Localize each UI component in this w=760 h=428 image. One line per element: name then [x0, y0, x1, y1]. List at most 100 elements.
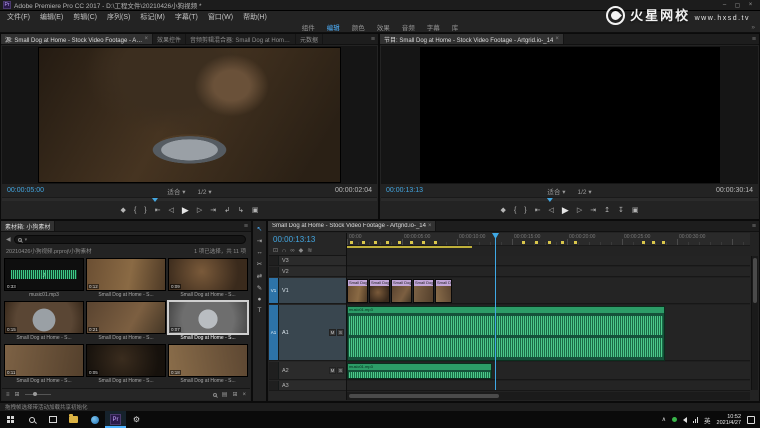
ime-indicator[interactable]: 英	[704, 415, 711, 425]
solo-button[interactable]: S	[337, 329, 344, 336]
sequence-marker[interactable]	[422, 241, 425, 244]
sequence-marker[interactable]	[535, 241, 538, 244]
source-patch-v1[interactable]: V1	[269, 278, 279, 303]
tab-project-bin[interactable]: 素材箱: 小狗素材	[1, 221, 55, 231]
workspace-tab-editing[interactable]: 编辑	[322, 22, 345, 32]
tab-program-monitor[interactable]: 节目: Small Dog at Home - Stock Video Foot…	[380, 34, 564, 44]
snap-toggle-icon[interactable]: ∩	[282, 248, 286, 254]
sequence-marker[interactable]	[398, 241, 401, 244]
browser-button[interactable]	[84, 411, 105, 428]
hand-tool[interactable]: ●	[258, 296, 262, 303]
sequence-marker[interactable]	[561, 241, 564, 244]
step-back-button[interactable]: ◁	[549, 203, 554, 218]
project-item-audio[interactable]: ♪0:33 music01.mp3	[4, 258, 84, 299]
settings-button[interactable]: ⚙	[126, 411, 147, 428]
track-header-a3[interactable]: A3	[269, 381, 346, 391]
volume-icon[interactable]	[683, 417, 687, 423]
timeline-clip-video[interactable]: Small Dog at Home - Stock Video Footage …	[347, 279, 368, 303]
new-bin-button[interactable]: ▤	[222, 391, 228, 398]
list-view-button[interactable]: ≡	[6, 392, 10, 398]
sequence-marker[interactable]	[548, 241, 551, 244]
lane-v2[interactable]	[347, 267, 750, 277]
workspace-tab-libraries[interactable]: 库	[447, 22, 464, 32]
mark-out-button[interactable]: }	[144, 203, 146, 218]
track-lanes[interactable]: Small Dog at Home - Stock Video Footage …	[347, 256, 750, 390]
project-item[interactable]: 0:18 Small Dog at Home - S...	[168, 344, 248, 385]
timeline-clip-video[interactable]: Small Dog at Home - Stock Video Footage …	[435, 279, 452, 303]
nest-toggle-icon[interactable]: ⊡	[273, 247, 278, 254]
track-header-v1[interactable]: V1V1	[269, 278, 346, 304]
panel-menu-icon[interactable]: ≡	[368, 34, 378, 44]
tab-effect-controls[interactable]: 效果控件	[153, 34, 186, 44]
icon-view-button[interactable]: ⊞	[15, 391, 20, 398]
linked-selection-icon[interactable]: ∞	[290, 248, 294, 254]
vertical-scrollbar[interactable]	[751, 256, 758, 390]
network-icon[interactable]	[693, 417, 698, 423]
mark-out-button[interactable]: }	[524, 203, 526, 218]
track-header-a1[interactable]: A1A1MS	[269, 305, 346, 361]
sequence-marker[interactable]	[362, 241, 365, 244]
playhead[interactable]	[495, 233, 496, 390]
workspace-tab-effects[interactable]: 效果	[372, 22, 395, 32]
panel-menu-icon[interactable]: ≡	[749, 34, 759, 44]
go-to-out-button[interactable]: ⇥	[210, 203, 216, 218]
tab-source-monitor[interactable]: 源: Small Dog at Home - Stock Video Foota…	[1, 34, 153, 44]
source-scrub-playhead[interactable]	[152, 198, 158, 202]
delete-button[interactable]: ×	[242, 392, 246, 398]
workspace-tab-assembly[interactable]: 组件	[297, 22, 320, 32]
zoom-slider[interactable]	[25, 394, 51, 395]
start-button[interactable]	[0, 411, 21, 428]
sequence-marker[interactable]	[642, 241, 645, 244]
menu-item-help[interactable]: 帮助(H)	[238, 12, 272, 22]
program-scrub-bar[interactable]	[381, 197, 758, 201]
project-item[interactable]: 0:12 Small Dog at Home - S...	[86, 258, 166, 299]
new-item-button[interactable]: ⊞	[232, 391, 237, 398]
panel-menu-icon[interactable]: ≡	[241, 221, 251, 231]
menu-item-edit[interactable]: 编辑(E)	[35, 12, 68, 22]
lane-a3[interactable]	[347, 381, 750, 391]
close-icon[interactable]: ×	[555, 36, 559, 42]
source-scrub-bar[interactable]	[2, 197, 377, 201]
menu-item-markers[interactable]: 标记(M)	[135, 12, 170, 22]
tab-metadata[interactable]: 元数据	[296, 34, 323, 44]
export-frame-button[interactable]: ▣	[252, 203, 259, 218]
antivirus-tray-icon[interactable]	[672, 417, 677, 422]
sequence-marker[interactable]	[662, 241, 665, 244]
mark-in-button[interactable]: {	[514, 203, 516, 218]
workspace-overflow-icon[interactable]: »	[751, 24, 755, 31]
timeline-timecode[interactable]: 00:00:13:13	[269, 233, 346, 246]
tray-expand-icon[interactable]: ∧	[662, 416, 666, 423]
tab-sequence[interactable]: Small Dog at Home - Stock Video Footage …	[268, 221, 436, 231]
sequence-marker[interactable]	[386, 241, 389, 244]
taskbar-clock[interactable]: 10:522021/4/27	[717, 414, 741, 426]
go-to-in-button[interactable]: ⇤	[535, 203, 541, 218]
slip-tool[interactable]: ⇄	[257, 272, 262, 280]
workspace-tab-color[interactable]: 颜色	[347, 22, 370, 32]
export-frame-button[interactable]: ▣	[632, 203, 639, 218]
sequence-marker[interactable]	[434, 241, 437, 244]
file-explorer-button[interactable]	[63, 411, 84, 428]
project-item[interactable]: 0:05 Small Dog at Home - S...	[86, 344, 166, 385]
premiere-taskbar-button[interactable]: Pr	[105, 411, 126, 428]
program-video-area[interactable]	[381, 46, 758, 184]
project-item[interactable]: 0:15 Small Dog at Home - S...	[4, 301, 84, 342]
play-button[interactable]: ▶	[562, 203, 569, 218]
go-to-in-button[interactable]: ⇤	[155, 203, 161, 218]
type-tool[interactable]: T	[258, 307, 262, 314]
sequence-marker[interactable]	[652, 241, 655, 244]
close-icon[interactable]: ×	[144, 36, 148, 42]
timeline-settings-icon[interactable]: ≋	[307, 247, 312, 254]
project-item-selected[interactable]: 0:07 Small Dog at Home - S...	[168, 301, 248, 342]
source-patch-a3[interactable]	[269, 381, 279, 390]
razor-tool[interactable]: ✂	[257, 260, 262, 268]
project-item[interactable]: 0:11 Small Dog at Home - S...	[4, 344, 84, 385]
search-input[interactable]: ▾	[14, 235, 246, 244]
play-button[interactable]: ▶	[182, 203, 189, 218]
program-scrub-playhead[interactable]	[547, 198, 553, 202]
project-item[interactable]: 0:21 Small Dog at Home - S...	[86, 301, 166, 342]
source-patch-v3[interactable]	[269, 256, 279, 265]
sequence-marker[interactable]	[374, 241, 377, 244]
mark-in-button[interactable]: {	[134, 203, 136, 218]
navigate-up-icon[interactable]: ◀	[6, 236, 11, 243]
timeline-clip-audio[interactable]: music01.mp3	[347, 363, 492, 379]
